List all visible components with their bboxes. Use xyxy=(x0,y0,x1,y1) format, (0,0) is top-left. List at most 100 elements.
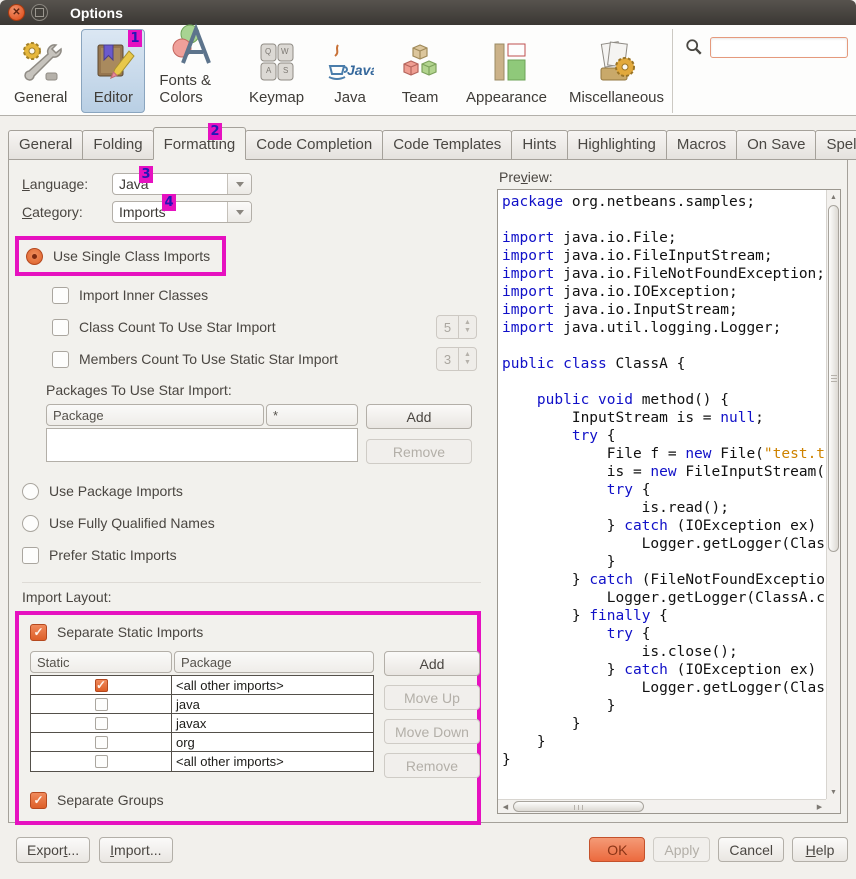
tab-highlighting[interactable]: Highlighting xyxy=(567,130,667,160)
preview-column: Preview: package org.netbeans.samples; i… xyxy=(497,168,841,814)
toolbar-item-label: Editor xyxy=(94,89,133,106)
star-import-table-body[interactable] xyxy=(46,428,358,462)
use-fully-qualified-radio[interactable] xyxy=(22,515,39,532)
toolbar-item-general[interactable]: General xyxy=(6,29,75,113)
tab-spellchecker[interactable]: Spellchecker xyxy=(815,130,856,160)
team-cubes-icon xyxy=(396,38,444,86)
dialog-footer: Export... Import... OK Apply Cancel Help xyxy=(0,823,856,879)
column-header-star[interactable]: * xyxy=(266,404,358,426)
add-button[interactable]: Add xyxy=(384,651,480,676)
separate-static-imports-checkbox[interactable]: ✓ xyxy=(30,624,47,641)
tab-formatting[interactable]: Formatting xyxy=(153,127,247,160)
language-combobox[interactable]: Java xyxy=(112,173,252,195)
language-value: Java xyxy=(113,176,227,192)
class-count-row: Class Count To Use Star Import 5 ▲▼ xyxy=(52,314,487,340)
import-inner-classes-row: Import Inner Classes xyxy=(52,282,487,308)
members-count-label: Members Count To Use Static Star Import xyxy=(79,351,338,367)
search-input[interactable] xyxy=(710,37,848,58)
members-count-checkbox[interactable] xyxy=(52,351,69,368)
import-options-column: Language: Java Category: Imports Use Sin… xyxy=(15,168,487,814)
table-row[interactable]: <all other imports> xyxy=(31,752,373,771)
toolbar-item-label: Keymap xyxy=(249,89,304,106)
import-layout-buttons: AddMove UpMove DownRemove xyxy=(384,651,480,778)
separate-groups-checkbox[interactable]: ✓ xyxy=(30,792,47,809)
column-header-package[interactable]: Package xyxy=(46,404,264,426)
toolbar-item-label: Java xyxy=(334,89,366,106)
tab-macros[interactable]: Macros xyxy=(666,130,737,160)
use-fully-qualified-row: Use Fully Qualified Names xyxy=(22,510,487,536)
tab-hints[interactable]: Hints xyxy=(511,130,567,160)
toolbar-item-java[interactable]: JavaJava xyxy=(318,29,382,113)
scroll-up-icon[interactable]: ▲ xyxy=(827,191,840,204)
category-combobox[interactable]: Imports xyxy=(112,201,252,223)
horizontal-scrollbar[interactable]: ◀ ▶ xyxy=(498,799,826,813)
horizontal-scrollbar-thumb[interactable] xyxy=(513,801,644,812)
ok-button[interactable]: OK xyxy=(589,837,645,862)
members-count-spinner: 3 ▲▼ xyxy=(436,347,477,371)
prefer-static-imports-checkbox[interactable] xyxy=(22,547,39,564)
toolbar-item-miscellaneous[interactable]: Miscellaneous xyxy=(561,29,672,113)
column-header-static[interactable]: Static xyxy=(30,651,172,673)
class-count-checkbox[interactable] xyxy=(52,319,69,336)
toolbar-item-team[interactable]: Team xyxy=(388,29,452,113)
static-checkbox[interactable] xyxy=(95,736,108,749)
use-package-imports-radio[interactable] xyxy=(22,483,39,500)
toolbar-item-label: General xyxy=(14,89,67,106)
tab-code-completion[interactable]: Code Completion xyxy=(245,130,383,160)
cancel-button[interactable]: Cancel xyxy=(718,837,784,862)
members-count-value: 3 xyxy=(437,348,459,370)
close-button[interactable]: ✕ xyxy=(8,4,25,21)
use-single-class-imports-row: Use Single Class Imports xyxy=(26,243,210,269)
toolbar-item-label: Fonts & Colors xyxy=(159,72,227,106)
annotation-marker-4: 4 xyxy=(162,194,176,211)
vertical-scrollbar-thumb[interactable] xyxy=(828,205,839,552)
toolbar-item-fonts-colors[interactable]: Fonts & Colors xyxy=(151,29,235,113)
add-button[interactable]: Add xyxy=(366,404,472,429)
static-cell: ✓ xyxy=(31,676,172,694)
keyboard-icon: QWAS xyxy=(253,38,301,86)
table-row[interactable]: ✓<all other imports> xyxy=(31,676,373,695)
toolbar-item-keymap[interactable]: QWAS Keymap xyxy=(241,29,312,113)
static-cell xyxy=(31,752,172,771)
tab-folding[interactable]: Folding xyxy=(82,130,153,160)
tab-on-save[interactable]: On Save xyxy=(736,130,816,160)
table-row[interactable]: org xyxy=(31,733,373,752)
column-header-package[interactable]: Package xyxy=(174,651,374,673)
import-button[interactable]: Import... xyxy=(99,837,172,863)
separator-line xyxy=(22,582,481,583)
static-checkbox[interactable] xyxy=(95,698,108,711)
table-row[interactable]: javax xyxy=(31,714,373,733)
scroll-left-icon[interactable]: ◀ xyxy=(499,800,512,813)
prefer-static-imports-row: Prefer Static Imports xyxy=(22,542,487,568)
class-count-value: 5 xyxy=(437,316,459,338)
annotation-marker-3: 3 xyxy=(139,166,153,183)
static-checkbox[interactable]: ✓ xyxy=(95,679,108,692)
toolbar-item-appearance[interactable]: Appearance xyxy=(458,29,555,113)
tabbar: GeneralFoldingFormattingCode CompletionC… xyxy=(8,130,848,160)
window-title: Options xyxy=(70,5,123,21)
scroll-right-icon[interactable]: ▶ xyxy=(813,800,826,813)
export-button[interactable]: Export... xyxy=(16,837,90,863)
package-cell: javax xyxy=(172,714,373,732)
table-row[interactable]: java xyxy=(31,695,373,714)
help-button[interactable]: Help xyxy=(792,837,848,862)
import-layout-table-body: ✓<all other imports>javajavaxorg<all oth… xyxy=(30,675,374,772)
static-checkbox[interactable] xyxy=(95,755,108,768)
remove-button: Remove xyxy=(366,439,472,464)
maximize-button[interactable] xyxy=(31,4,48,21)
scroll-down-icon[interactable]: ▼ xyxy=(827,786,840,799)
remove-button: Remove xyxy=(384,753,480,778)
static-checkbox[interactable] xyxy=(95,717,108,730)
options-window: ✕ Options General Editor Fonts & Colors QWA… xyxy=(0,0,856,879)
spinner-arrows-icon: ▲▼ xyxy=(459,348,476,370)
tab-general[interactable]: General xyxy=(8,130,83,160)
use-single-class-imports-radio[interactable] xyxy=(26,248,43,265)
import-inner-classes-checkbox[interactable] xyxy=(52,287,69,304)
category-row: Category: Imports xyxy=(22,200,487,224)
use-package-imports-row: Use Package Imports xyxy=(22,478,487,504)
move-up-button: Move Up xyxy=(384,685,480,710)
tab-code-templates[interactable]: Code Templates xyxy=(382,130,512,160)
vertical-scrollbar[interactable]: ▲ ▼ xyxy=(826,190,840,799)
static-cell xyxy=(31,733,172,751)
svg-text:S: S xyxy=(283,66,288,75)
